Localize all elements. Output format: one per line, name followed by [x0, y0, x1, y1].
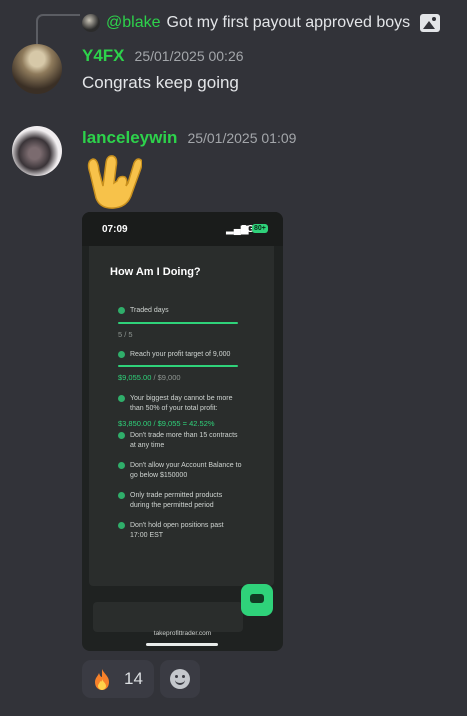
fire-icon — [95, 669, 109, 690]
avatar[interactable] — [12, 126, 62, 176]
reply-text: Got my first payout approved boys — [166, 14, 411, 31]
item-text: Don't trade more than 15 contracts at an… — [130, 432, 238, 449]
check-icon — [118, 462, 125, 469]
check-icon — [118, 432, 125, 439]
add-reaction-button[interactable] — [160, 660, 200, 698]
reply-preview[interactable]: @blake Got my first payout approved boys — [82, 10, 441, 36]
reply-avatar — [82, 14, 100, 32]
avatar[interactable] — [12, 44, 62, 94]
card-title: How Am I Doing? — [110, 266, 201, 278]
progress-bar — [118, 322, 238, 324]
message-header: lanceleywin 25/01/2025 01:09 — [82, 128, 296, 148]
item-text: Traded days — [130, 307, 169, 314]
check-icon — [118, 307, 125, 314]
battery-indicator: 80+ — [252, 224, 268, 233]
reaction-count: 14 — [124, 669, 143, 688]
browser-url: takeprofittrader.com — [153, 630, 212, 637]
check-icon — [118, 492, 125, 499]
chat-bubble-icon — [241, 584, 273, 616]
timestamp: 25/01/2025 01:09 — [187, 130, 297, 146]
image-icon — [420, 14, 441, 32]
username[interactable]: lanceleywin — [82, 128, 177, 148]
item-text: Don't allow your Account Balance to go b… — [130, 462, 242, 479]
item-text: Your biggest day cannot be more than 50%… — [130, 395, 233, 412]
message-text: Congrats keep going — [82, 73, 239, 92]
phone-status-bar: 07:09 ▂▄▆ 5G 80+ — [82, 212, 283, 246]
item-text: Reach your profit target of 9,000 — [130, 351, 231, 358]
item-value: 5 / 5 — [118, 330, 133, 339]
timestamp: 25/01/2025 00:26 — [134, 48, 244, 64]
reply-connector — [36, 14, 80, 44]
attached-screenshot[interactable]: 07:09 ▂▄▆ 5G 80+ How Am I Doing? Traded … — [82, 212, 283, 651]
status-time: 07:09 — [102, 224, 128, 235]
lower-card — [93, 602, 243, 632]
love-you-gesture-icon — [87, 155, 142, 209]
home-indicator — [146, 643, 218, 646]
item-text: Only trade permitted products during the… — [130, 492, 223, 509]
check-icon — [118, 395, 125, 402]
smiley-icon — [170, 669, 190, 689]
check-icon — [118, 351, 125, 358]
check-icon — [118, 522, 125, 529]
reply-username[interactable]: @blake — [106, 14, 161, 32]
username[interactable]: Y4FX — [82, 46, 125, 66]
item-text: Don't hold open positions past 17:00 EST — [130, 522, 224, 539]
progress-bar — [118, 365, 238, 367]
reaction-fire[interactable]: 14 — [82, 660, 154, 698]
item-value: $9,055.00 / $9,000 — [118, 373, 181, 382]
item-value: $3,850.00 / $9,055 = 42.52% — [118, 419, 215, 428]
message-header: Y4FX 25/01/2025 00:26 — [82, 46, 244, 66]
